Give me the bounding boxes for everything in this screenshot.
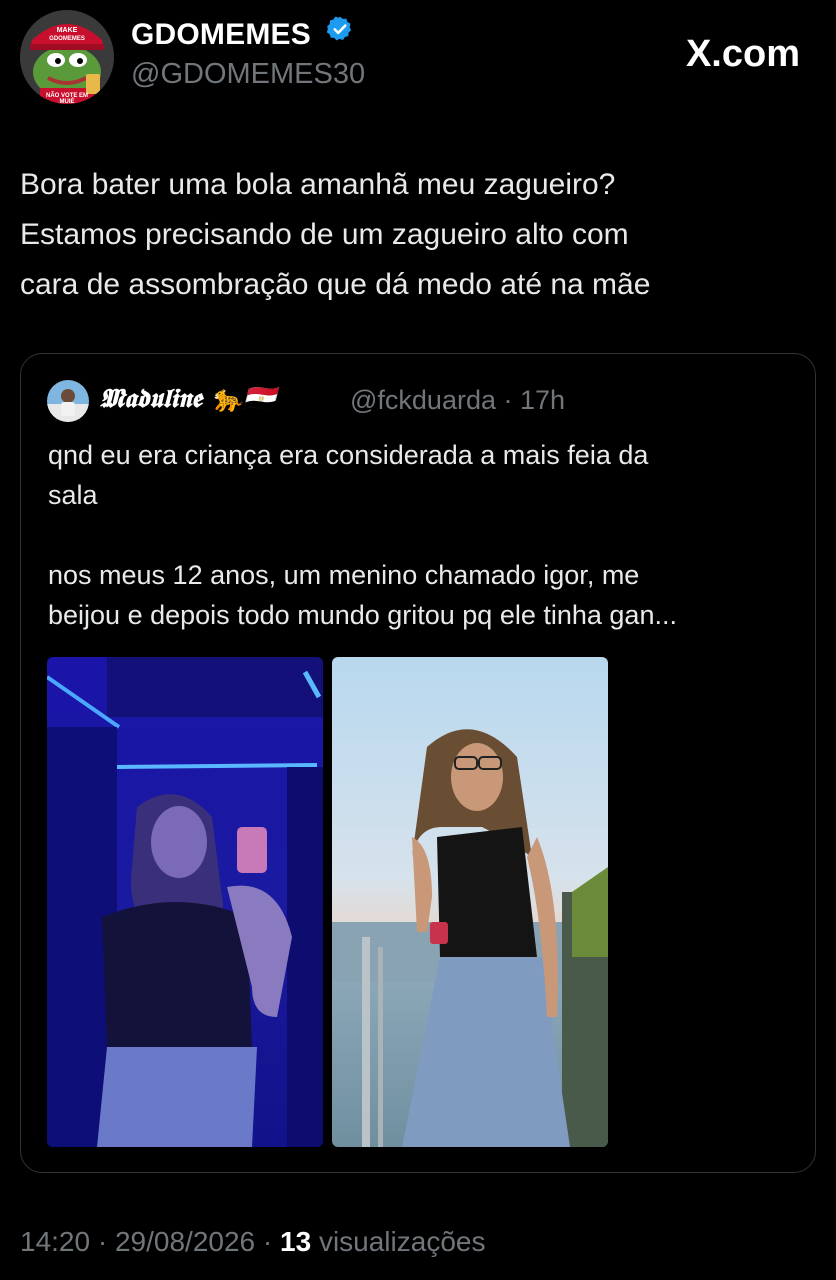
tweet-line: cara de assombração que dá medo até na m… — [20, 268, 651, 301]
quoted-author-avatar[interactable] — [47, 380, 89, 422]
quoted-tweet-time: 17h — [520, 385, 566, 415]
tweet-text: Bora bater uma bola amanhã meu zagueiro?… — [20, 160, 810, 310]
photo-image — [47, 657, 323, 1147]
avatar-caption: NÃO VOTE EM — [46, 92, 88, 99]
separator-dot: · — [97, 1226, 108, 1257]
author-name-row[interactable]: GDOMEMES — [131, 15, 354, 54]
author-handle[interactable]: @GDOMEMES30 — [131, 58, 365, 91]
svg-text:MUIÉ: MUIÉ — [60, 97, 75, 104]
quoted-line: qnd eu era criança era considerada a mai… — [48, 440, 649, 470]
quoted-photo-mirror-selfie[interactable] — [47, 657, 323, 1147]
quoted-author-meta[interactable]: @fckduarda · 17h — [350, 385, 565, 416]
quoted-avatar-image — [47, 380, 89, 422]
tweet-line: Estamos precisando de um zagueiro alto c… — [20, 218, 629, 251]
quoted-photo-rooftop[interactable] — [332, 657, 608, 1147]
views-count[interactable]: 13 — [280, 1226, 311, 1257]
tweet-date: 29/08/2026 — [114, 1226, 256, 1257]
photo-image — [332, 657, 608, 1147]
svg-text:GDOMEMES: GDOMEMES — [49, 36, 85, 42]
views-label: visualizações — [318, 1226, 486, 1257]
tweet-line: Bora bater uma bola amanhã meu zagueiro? — [20, 168, 616, 201]
separator-dot: · — [262, 1226, 273, 1257]
quoted-line: nos meus 12 anos, um menino chamado igor… — [48, 560, 640, 590]
quoted-author-name[interactable]: 𝕸𝖆𝖉𝖚𝖑𝖎𝖓𝖊 🐆🇪🇬 — [100, 384, 275, 415]
quoted-line: beijou e depois todo mundo gritou pq ele… — [48, 600, 677, 630]
svg-text:MAKE: MAKE — [57, 27, 78, 34]
quoted-line: sala — [48, 480, 98, 510]
author-avatar[interactable]: MAKE GDOMEMES NÃO VOTE EM MUIÉ — [20, 10, 114, 104]
tweet-time: 14:20 — [20, 1226, 91, 1257]
tweet-meta: 14:20 · 29/08/2026 · 13 visualizações — [20, 1226, 485, 1258]
author-name[interactable]: GDOMEMES — [131, 18, 311, 51]
verified-badge-icon — [326, 15, 354, 51]
quoted-line — [48, 515, 808, 555]
pepe-avatar-image: MAKE GDOMEMES NÃO VOTE EM MUIÉ — [20, 10, 114, 104]
x-logo: X.com — [685, 33, 800, 75]
separator-dot: · — [503, 385, 513, 415]
quoted-author-handle[interactable]: @fckduarda — [350, 385, 496, 415]
quoted-tweet-text: qnd eu era criança era considerada a mai… — [48, 435, 808, 635]
